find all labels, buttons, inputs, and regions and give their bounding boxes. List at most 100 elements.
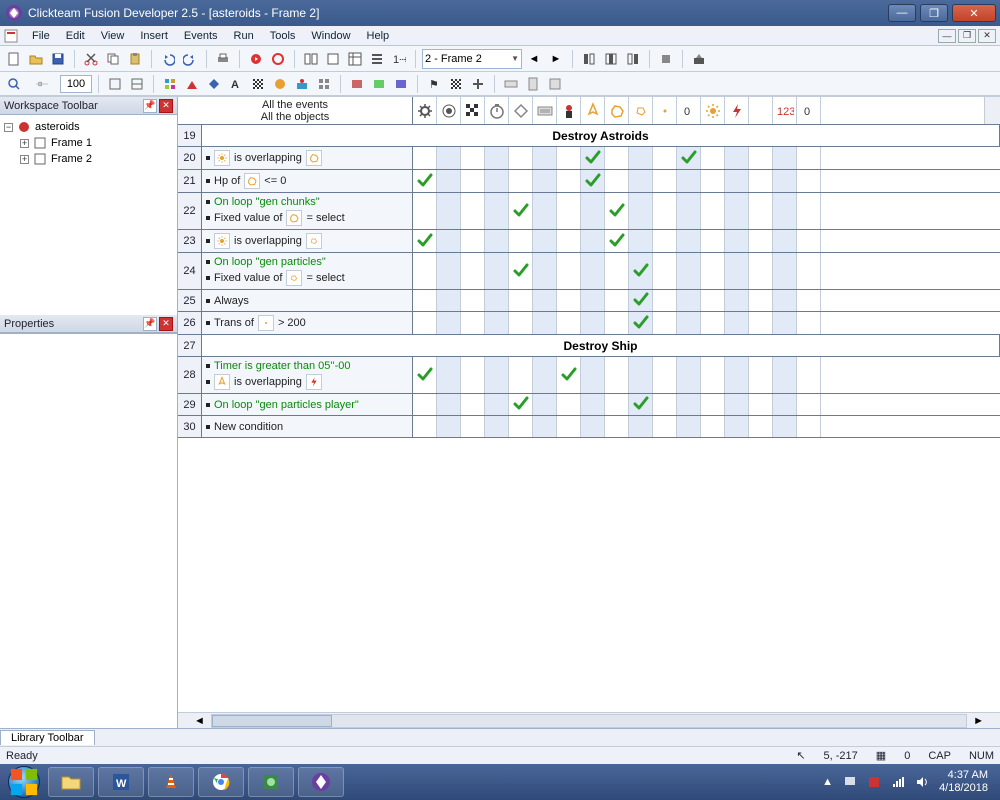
action-cell[interactable] bbox=[629, 193, 653, 229]
taskbar-explorer[interactable] bbox=[48, 767, 94, 797]
action-cell[interactable] bbox=[677, 230, 701, 252]
frame-editor-button[interactable] bbox=[323, 49, 343, 69]
action-cell[interactable] bbox=[461, 230, 485, 252]
action-cell[interactable] bbox=[773, 230, 797, 252]
action-cell[interactable] bbox=[509, 170, 533, 192]
tray-up-icon[interactable]: ▲ bbox=[822, 776, 833, 788]
scrollbar-thumb[interactable] bbox=[212, 715, 332, 727]
tray-security-icon[interactable] bbox=[867, 775, 881, 789]
action-cell[interactable] bbox=[701, 170, 725, 192]
action-cell[interactable] bbox=[605, 193, 629, 229]
event-conditions[interactable]: is overlapping bbox=[202, 230, 413, 252]
action-cell[interactable] bbox=[773, 357, 797, 393]
event-conditions[interactable]: is overlapping bbox=[202, 147, 413, 169]
run-app-button[interactable] bbox=[268, 49, 288, 69]
action-cell[interactable] bbox=[509, 290, 533, 311]
action-cell[interactable] bbox=[725, 193, 749, 229]
action-cell[interactable] bbox=[461, 193, 485, 229]
action-cell[interactable] bbox=[725, 253, 749, 289]
action-cell[interactable] bbox=[437, 170, 461, 192]
action-cell[interactable] bbox=[557, 290, 581, 311]
tb2-btn19[interactable] bbox=[545, 74, 565, 94]
object-column-checker[interactable] bbox=[461, 97, 485, 124]
action-cell[interactable] bbox=[581, 416, 605, 437]
action-cell[interactable] bbox=[797, 253, 821, 289]
action-cell[interactable] bbox=[437, 357, 461, 393]
event-row-25[interactable]: 25Always bbox=[178, 290, 1000, 312]
action-cell[interactable] bbox=[701, 253, 725, 289]
tb2-btn12[interactable] bbox=[369, 74, 389, 94]
action-cell[interactable] bbox=[485, 312, 509, 334]
workspace-tree[interactable]: − asteroids + Frame 1 + Frame 2 bbox=[0, 115, 177, 315]
storyboard-editor-button[interactable] bbox=[301, 49, 321, 69]
action-cell[interactable] bbox=[725, 230, 749, 252]
action-cell[interactable] bbox=[725, 290, 749, 311]
action-cell[interactable] bbox=[509, 312, 533, 334]
action-cell[interactable] bbox=[701, 193, 725, 229]
event-row-30[interactable]: 30New condition bbox=[178, 416, 1000, 438]
tb2-btn9[interactable] bbox=[292, 74, 312, 94]
action-cell[interactable] bbox=[629, 170, 653, 192]
action-cell[interactable] bbox=[725, 357, 749, 393]
action-cell[interactable] bbox=[605, 290, 629, 311]
menu-insert[interactable]: Insert bbox=[132, 28, 176, 44]
save-button[interactable] bbox=[48, 49, 68, 69]
minimize-button[interactable]: — bbox=[888, 4, 916, 22]
expand-icon[interactable]: + bbox=[20, 155, 29, 164]
menu-tools[interactable]: Tools bbox=[262, 28, 304, 44]
maximize-button[interactable]: ❐ bbox=[920, 4, 948, 22]
action-cell[interactable] bbox=[533, 230, 557, 252]
workspace-close-button[interactable]: ✕ bbox=[159, 99, 173, 113]
action-cell[interactable] bbox=[437, 147, 461, 169]
tree-frame-1[interactable]: + Frame 1 bbox=[4, 135, 173, 151]
action-cell[interactable] bbox=[773, 394, 797, 415]
action-cell[interactable] bbox=[629, 290, 653, 311]
event-row-23[interactable]: 23is overlapping bbox=[178, 230, 1000, 253]
action-cell[interactable] bbox=[533, 193, 557, 229]
tree-frame-2[interactable]: + Frame 2 bbox=[4, 151, 173, 167]
tb2-btn6[interactable]: A bbox=[226, 74, 246, 94]
settings-button[interactable] bbox=[656, 49, 676, 69]
event-group-header[interactable]: Destroy Ship bbox=[202, 335, 1000, 356]
action-cell[interactable] bbox=[725, 170, 749, 192]
action-cell[interactable] bbox=[581, 253, 605, 289]
properties-close-button[interactable]: ✕ bbox=[159, 317, 173, 331]
action-cell[interactable] bbox=[605, 253, 629, 289]
action-cell[interactable] bbox=[437, 394, 461, 415]
action-cell[interactable] bbox=[581, 290, 605, 311]
event-list-editor-button[interactable] bbox=[367, 49, 387, 69]
action-cell[interactable] bbox=[557, 394, 581, 415]
event-conditions[interactable]: Trans of> 200 bbox=[202, 312, 413, 334]
expand-icon[interactable]: + bbox=[20, 139, 29, 148]
cut-button[interactable] bbox=[81, 49, 101, 69]
action-cell[interactable] bbox=[437, 253, 461, 289]
tb2-btn8[interactable] bbox=[270, 74, 290, 94]
taskbar-app1[interactable] bbox=[248, 767, 294, 797]
tb2-btn18[interactable] bbox=[523, 74, 543, 94]
action-cell[interactable] bbox=[533, 416, 557, 437]
object-column-player[interactable] bbox=[557, 97, 581, 124]
event-row-28[interactable]: 28Timer is greater than 05''-00is overla… bbox=[178, 357, 1000, 394]
object-column-num123[interactable]: 123 bbox=[773, 97, 797, 124]
action-cell[interactable] bbox=[437, 416, 461, 437]
event-group-header[interactable]: Destroy Astroids bbox=[202, 125, 1000, 146]
action-cell[interactable] bbox=[509, 230, 533, 252]
action-cell[interactable] bbox=[725, 394, 749, 415]
action-cell[interactable] bbox=[557, 230, 581, 252]
action-cell[interactable] bbox=[605, 170, 629, 192]
open-button[interactable] bbox=[26, 49, 46, 69]
action-cell[interactable] bbox=[701, 357, 725, 393]
object-column-zero[interactable]: 0 bbox=[677, 97, 701, 124]
close-button[interactable]: ✕ bbox=[952, 4, 996, 22]
action-cell[interactable] bbox=[533, 170, 557, 192]
action-cell[interactable] bbox=[797, 394, 821, 415]
action-cell[interactable] bbox=[773, 193, 797, 229]
menu-run[interactable]: Run bbox=[226, 28, 262, 44]
action-cell[interactable] bbox=[797, 290, 821, 311]
start-button[interactable] bbox=[4, 764, 44, 800]
action-cell[interactable] bbox=[797, 416, 821, 437]
action-cell[interactable] bbox=[749, 147, 773, 169]
menu-view[interactable]: View bbox=[93, 28, 133, 44]
action-cell[interactable] bbox=[533, 394, 557, 415]
mdi-close-button[interactable]: ✕ bbox=[978, 29, 996, 43]
